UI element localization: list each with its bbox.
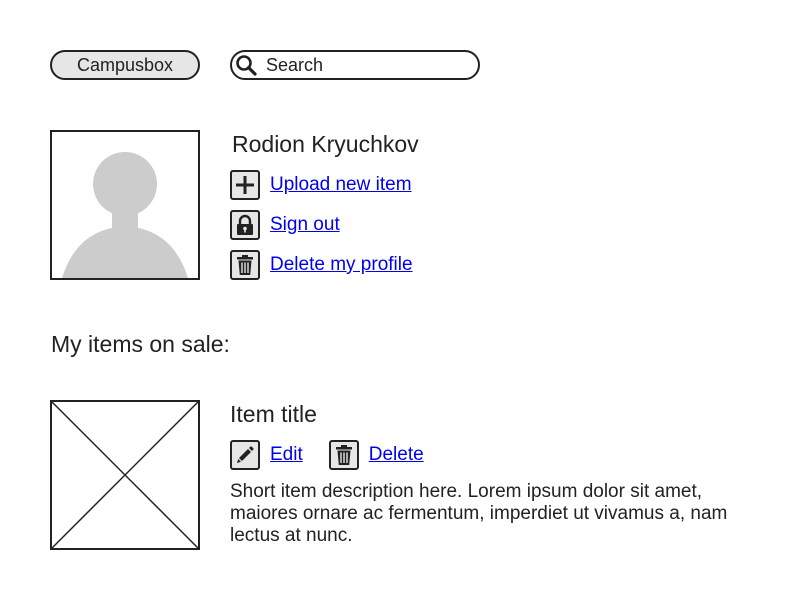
delete-profile-link[interactable]: Delete my profile <box>270 254 413 276</box>
item-image-placeholder[interactable] <box>50 400 200 550</box>
trash-icon[interactable] <box>230 250 260 280</box>
profile-name: Rodion Kryuchkov <box>232 131 419 157</box>
plus-icon[interactable] <box>230 170 260 200</box>
sign-out-action[interactable]: Sign out <box>230 210 340 240</box>
my-items-heading: My items on sale: <box>51 331 230 357</box>
search-input[interactable] <box>258 52 466 78</box>
upload-new-item-link[interactable]: Upload new item <box>270 174 412 196</box>
pencil-icon[interactable] <box>230 440 260 470</box>
campusbox-home-button[interactable]: Campusbox <box>50 50 200 80</box>
item-actions: Edit Delete <box>230 440 424 470</box>
sign-out-link[interactable]: Sign out <box>270 214 340 236</box>
image-placeholder-icon <box>51 401 199 549</box>
user-silhouette-icon <box>62 152 188 278</box>
item-description: Short item description here. Lorem ipsum… <box>230 481 728 546</box>
lock-icon[interactable] <box>230 210 260 240</box>
avatar <box>50 130 200 280</box>
upload-new-item-action[interactable]: Upload new item <box>230 170 412 200</box>
search-box[interactable] <box>230 50 480 80</box>
brand-label: Campusbox <box>76 54 174 75</box>
delete-item-link[interactable]: Delete <box>369 444 424 466</box>
edit-item-link[interactable]: Edit <box>270 444 303 466</box>
item-title: Item title <box>230 401 317 427</box>
delete-profile-action[interactable]: Delete my profile <box>230 250 413 280</box>
trash-icon[interactable] <box>328 440 359 470</box>
search-icon[interactable] <box>234 53 258 77</box>
